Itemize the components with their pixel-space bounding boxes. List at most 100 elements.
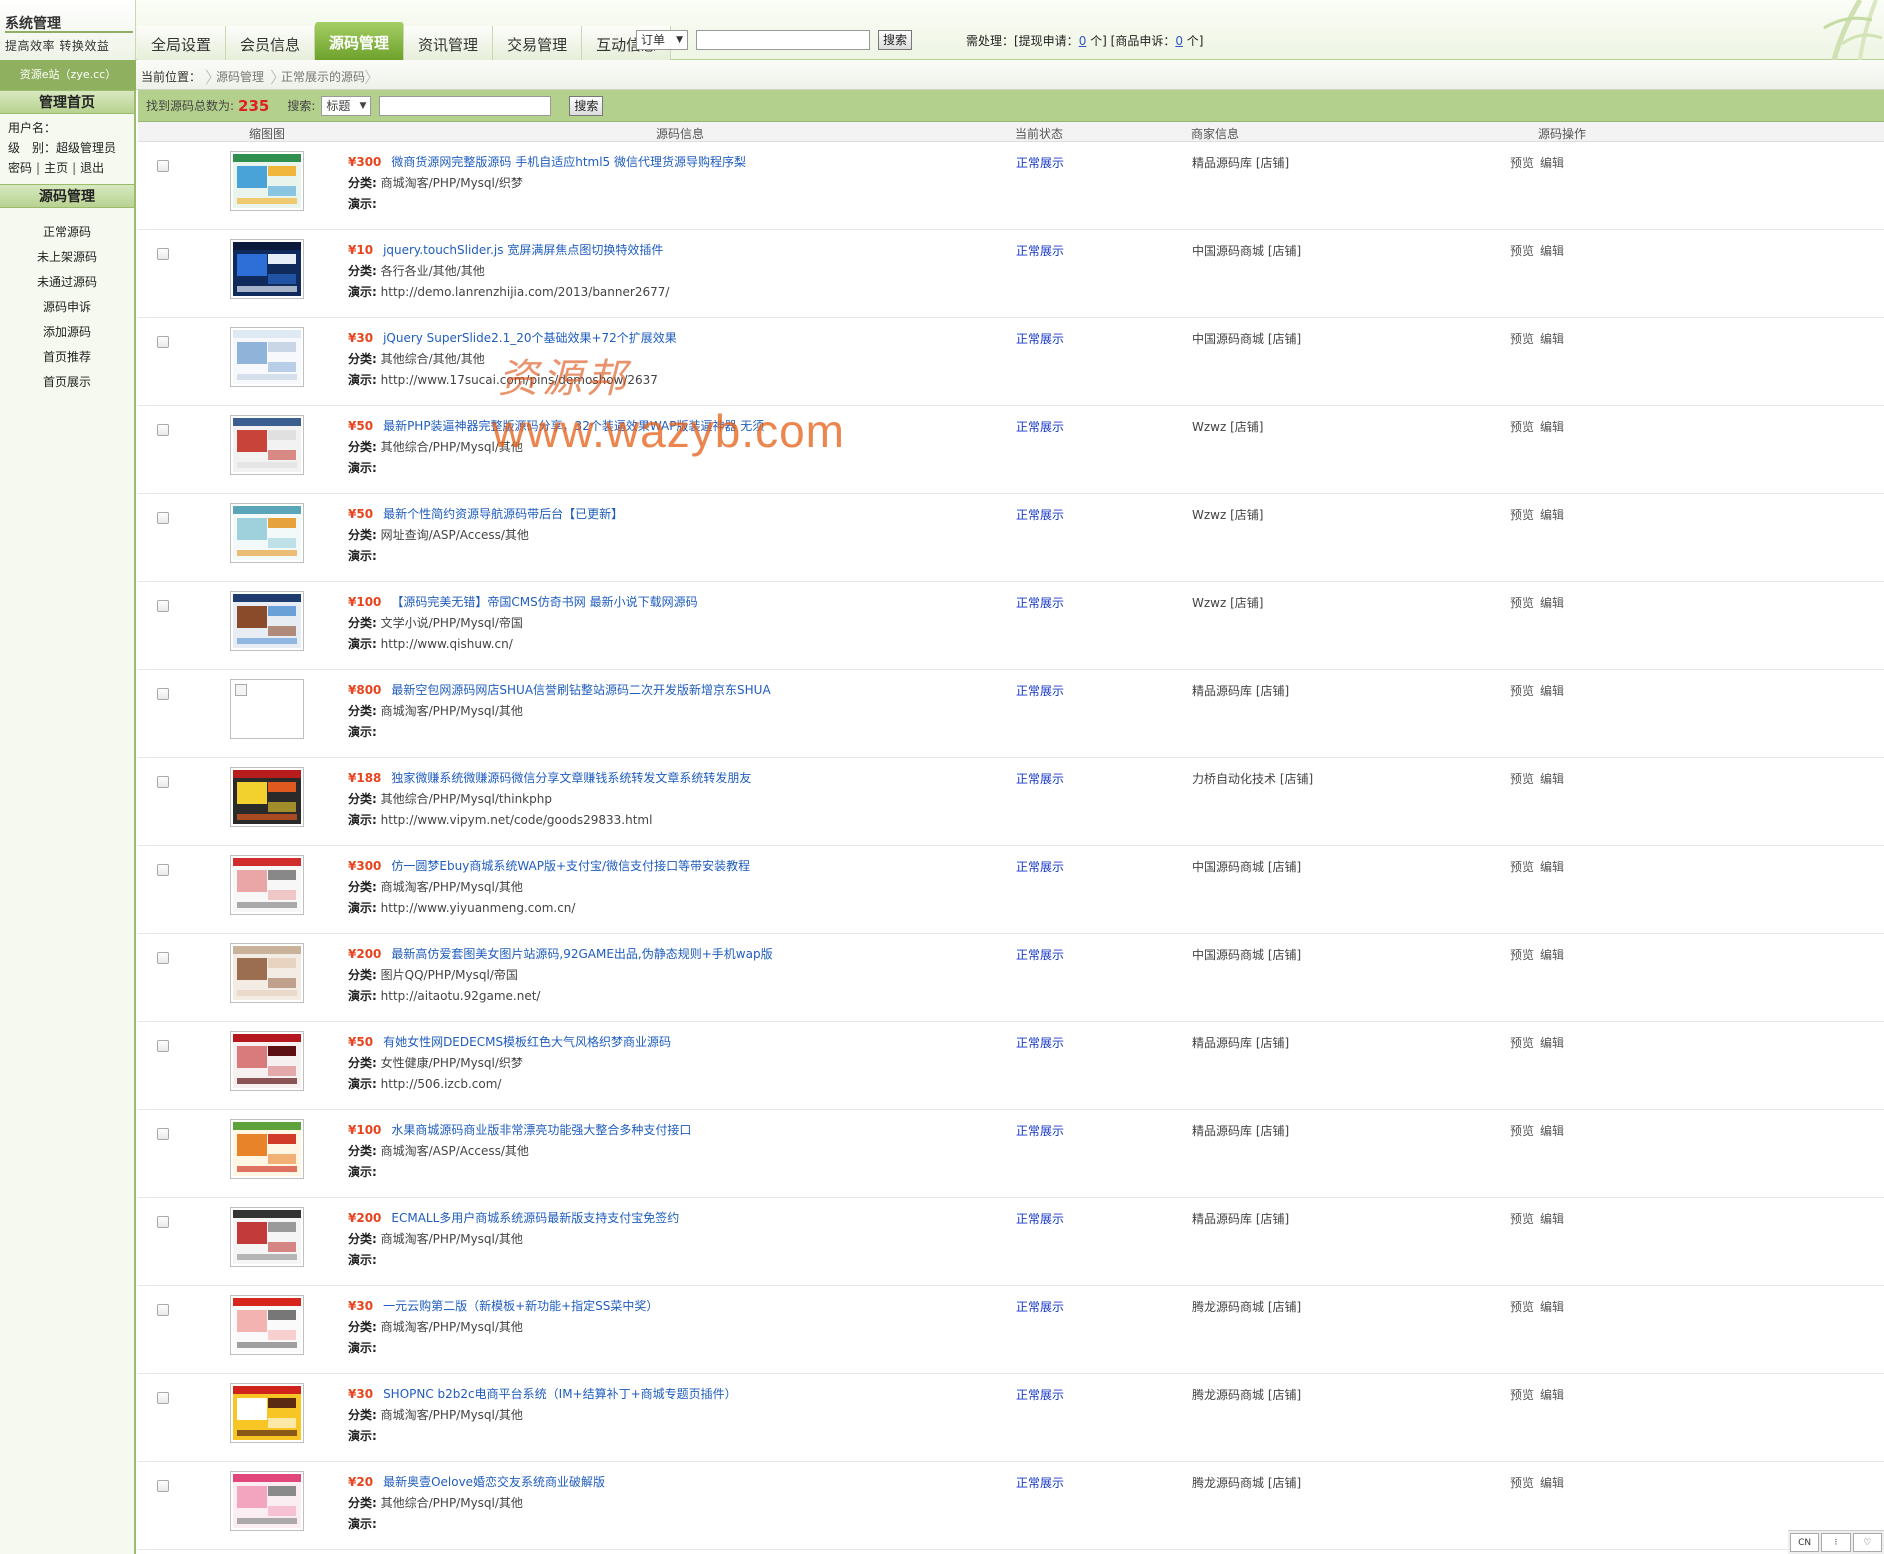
row-merchant[interactable]: 腾龙源码商城 [店铺] [1192,1474,1301,1491]
row-checkbox[interactable] [157,512,169,524]
row-merchant[interactable]: 精品源码库 [店铺] [1192,1034,1289,1051]
row-title-link[interactable]: 最新奥壹Oelove婚恋交友系统商业破解版 [383,1475,605,1489]
sidebar-home-link[interactable]: 管理首页 [0,90,134,114]
row-status[interactable]: 正常展示 [1016,330,1064,347]
row-status[interactable]: 正常展示 [1016,154,1064,171]
edit-button[interactable]: 编辑 [1540,596,1564,610]
row-status[interactable]: 正常展示 [1016,770,1064,787]
row-merchant[interactable]: 中国源码商城 [店铺] [1192,858,1301,875]
row-merchant[interactable]: 中国源码商城 [店铺] [1192,946,1301,963]
row-title-link[interactable]: 最新PHP装逼神器完整版源码分享，32个装逼效果WAP版装逼神器 无须 [383,419,764,433]
row-thumbnail[interactable] [230,239,304,299]
row-title-link[interactable]: 水果商城源码商业版非常漂亮功能强大整合多种支付接口 [391,1123,691,1137]
row-checkbox[interactable] [157,688,169,700]
edit-button[interactable]: 编辑 [1540,1300,1564,1314]
ime-icon[interactable]: CN [1790,1533,1820,1552]
row-title-link[interactable]: 一元云购第二版（新模板+新功能+指定SS菜中奖） [383,1299,658,1313]
row-checkbox[interactable] [157,1128,169,1140]
preview-button[interactable]: 预览 [1510,1300,1534,1314]
row-status[interactable]: 正常展示 [1016,1298,1064,1315]
preview-button[interactable]: 预览 [1510,1036,1534,1050]
preview-button[interactable]: 预览 [1510,1212,1534,1226]
row-status[interactable]: 正常展示 [1016,506,1064,523]
homepage-link[interactable]: 主页 [44,161,68,175]
row-title-link[interactable]: 微商货源网完整版源码 手机自适应html5 微信代理货源导购程序梨 [391,155,746,169]
sidebar-item[interactable]: 首页推荐 [0,345,134,370]
sidebar-item[interactable]: 未上架源码 [0,245,134,270]
row-thumbnail[interactable] [230,679,304,739]
row-checkbox[interactable] [157,864,169,876]
row-merchant[interactable]: 精品源码库 [店铺] [1192,1210,1289,1227]
row-status[interactable]: 正常展示 [1016,682,1064,699]
row-thumbnail[interactable] [230,151,304,211]
nav-tab[interactable]: 全局设置 [137,26,227,60]
row-demo-url[interactable]: http://www.qishuw.cn/ [381,637,513,651]
preview-button[interactable]: 预览 [1510,772,1534,786]
row-merchant[interactable]: 腾龙源码商城 [店铺] [1192,1298,1301,1315]
row-status[interactable]: 正常展示 [1016,418,1064,435]
quick-search-input[interactable] [696,30,870,50]
preview-button[interactable]: 预览 [1510,244,1534,258]
nav-tab[interactable]: 交易管理 [493,26,583,60]
row-thumbnail[interactable] [230,1295,304,1355]
row-thumbnail[interactable] [230,503,304,563]
breadcrumb-item[interactable]: 正常展示的源码 [281,68,365,85]
row-status[interactable]: 正常展示 [1016,1386,1064,1403]
row-checkbox[interactable] [157,424,169,436]
row-demo-url[interactable]: http://www.yiyuanmeng.com.cn/ [381,901,576,915]
row-status[interactable]: 正常展示 [1016,858,1064,875]
row-merchant[interactable]: 力桥自动化技术 [店铺] [1192,770,1313,787]
preview-button[interactable]: 预览 [1510,596,1534,610]
row-thumbnail[interactable] [230,943,304,1003]
appeal-count-link[interactable]: 0 [1175,34,1183,48]
row-thumbnail[interactable] [230,1383,304,1443]
row-checkbox[interactable] [157,1304,169,1316]
quick-search-button[interactable]: 搜索 [878,30,913,50]
edit-button[interactable]: 编辑 [1540,1388,1564,1402]
row-status[interactable]: 正常展示 [1016,1210,1064,1227]
row-merchant[interactable]: Wzwz [店铺] [1192,594,1263,611]
row-thumbnail[interactable] [230,327,304,387]
row-checkbox[interactable] [157,1216,169,1228]
row-demo-url[interactable]: http://www.vipym.net/code/goods29833.htm… [381,813,653,827]
breadcrumb-item[interactable]: 源码管理 [216,68,264,85]
row-status[interactable]: 正常展示 [1016,242,1064,259]
row-merchant[interactable]: 精品源码库 [店铺] [1192,682,1289,699]
preview-button[interactable]: 预览 [1510,1388,1534,1402]
preview-button[interactable]: 预览 [1510,508,1534,522]
row-merchant[interactable]: 中国源码商城 [店铺] [1192,330,1301,347]
edit-button[interactable]: 编辑 [1540,1212,1564,1226]
menu-dots-icon[interactable]: ⁝ [1821,1533,1851,1552]
row-thumbnail[interactable] [230,1119,304,1179]
search-field-select[interactable]: 标题 ▼ [321,95,372,116]
row-thumbnail[interactable] [230,1207,304,1267]
row-title-link[interactable]: 【源码完美无错】帝国CMS仿奇书网 最新小说下载网源码 [391,595,697,609]
row-status[interactable]: 正常展示 [1016,1034,1064,1051]
row-title-link[interactable]: ECMALL多用户商城系统源码最新版支持支付宝免签约 [391,1211,679,1225]
row-checkbox[interactable] [157,336,169,348]
row-merchant[interactable]: 腾龙源码商城 [店铺] [1192,1386,1301,1403]
row-demo-url[interactable]: http://aitaotu.92game.net/ [381,989,541,1003]
logout-link[interactable]: 退出 [80,161,104,175]
sidebar-item[interactable]: 未通过源码 [0,270,134,295]
row-thumbnail[interactable] [230,591,304,651]
row-title-link[interactable]: 独家微赚系统微赚源码微信分享文章赚钱系统转发文章系统转发朋友 [391,771,751,785]
edit-button[interactable]: 编辑 [1540,420,1564,434]
row-thumbnail[interactable] [230,415,304,475]
password-link[interactable]: 密码 [8,161,32,175]
row-thumbnail[interactable] [230,1471,304,1531]
row-thumbnail[interactable] [230,767,304,827]
row-checkbox[interactable] [157,160,169,172]
preview-button[interactable]: 预览 [1510,332,1534,346]
row-title-link[interactable]: 仿一圆梦Ebuy商城系统WAP版+支付宝/微信支付接口等带安装教程 [391,859,750,873]
row-checkbox[interactable] [157,952,169,964]
preview-button[interactable]: 预览 [1510,420,1534,434]
row-checkbox[interactable] [157,1040,169,1052]
sidebar-item[interactable]: 源码申诉 [0,295,134,320]
row-checkbox[interactable] [157,1392,169,1404]
row-title-link[interactable]: 最新空包网源码网店SHUA信誉刷钻整站源码二次开发版新增京东SHUA [391,683,770,697]
sidebar-item[interactable]: 添加源码 [0,320,134,345]
edit-button[interactable]: 编辑 [1540,332,1564,346]
row-status[interactable]: 正常展示 [1016,594,1064,611]
row-demo-url[interactable]: http://506.izcb.com/ [381,1077,502,1091]
